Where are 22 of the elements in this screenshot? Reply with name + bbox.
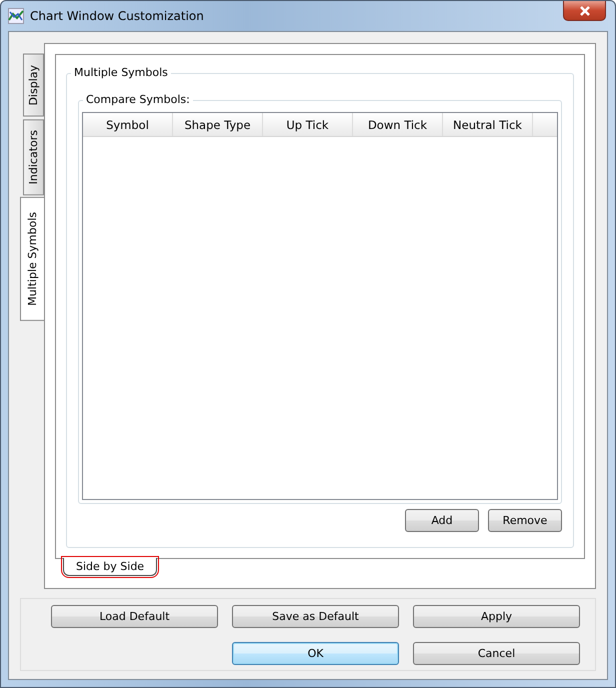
- dialog-button[interactable]: Add: [405, 509, 479, 532]
- dialog-button[interactable]: Remove: [488, 509, 562, 532]
- column-header[interactable]: Neutral Tick: [443, 113, 533, 136]
- bottom-tab[interactable]: Side by Side: [63, 558, 158, 576]
- column-header[interactable]: Shape Type: [173, 113, 263, 136]
- side-tab[interactable]: Display: [23, 54, 44, 117]
- group-title: Multiple Symbols: [71, 66, 171, 79]
- column-header[interactable]: Up Tick: [263, 113, 353, 136]
- dialog-button[interactable]: Apply: [413, 605, 580, 628]
- column-header[interactable]: Symbol: [83, 113, 173, 136]
- side-tab[interactable]: Multiple Symbols: [20, 196, 44, 321]
- column-header[interactable]: Down Tick: [353, 113, 443, 136]
- side-tab[interactable]: Indicators: [23, 118, 44, 195]
- close-button[interactable]: [563, 1, 606, 21]
- dialog-button[interactable]: OK: [232, 642, 399, 665]
- group-title: Compare Symbols:: [83, 93, 193, 106]
- chart-icon: [8, 8, 24, 24]
- dialog-button[interactable]: Save as Default: [232, 605, 399, 628]
- window-title: Chart Window Customization: [30, 9, 205, 23]
- close-icon: [578, 6, 590, 16]
- dialog-button[interactable]: Cancel: [413, 642, 580, 665]
- dialog-button[interactable]: Load Default: [51, 605, 218, 628]
